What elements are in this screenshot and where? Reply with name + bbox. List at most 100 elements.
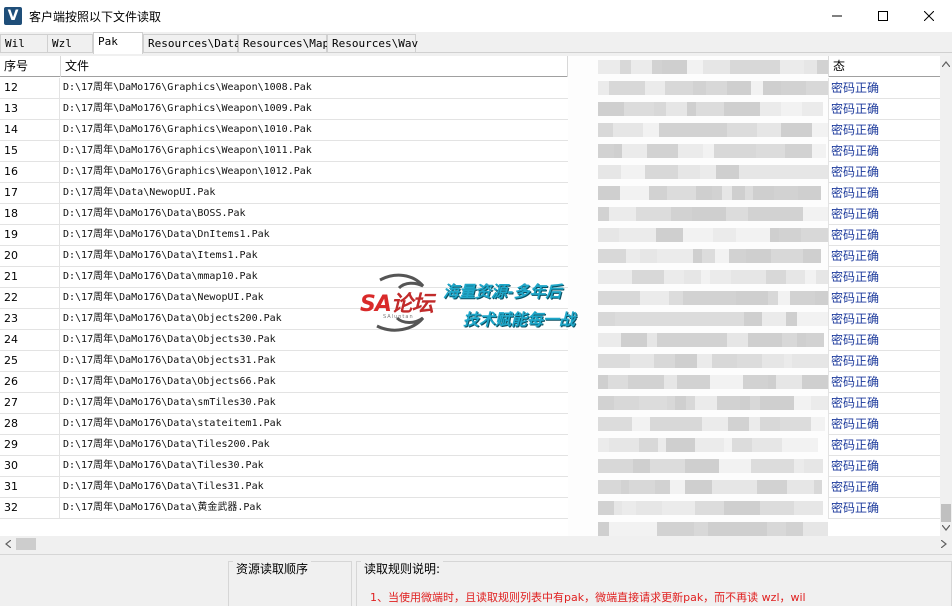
blurred-block — [598, 144, 614, 158]
blurred-block — [622, 291, 640, 305]
header-file[interactable]: 文件 — [61, 56, 568, 77]
blurred-block — [609, 207, 636, 221]
blurred-block — [620, 186, 628, 200]
blurred-block — [708, 522, 736, 536]
vertical-scroll-thumb[interactable] — [941, 504, 951, 522]
window-title: 客户端按照以下文件读取 — [29, 9, 162, 24]
row-file: D:\17周年\DaMo176\Data\BOSS.Pak — [63, 208, 246, 219]
close-icon — [924, 11, 934, 21]
row-file: D:\17周年\DaMo176\Data\Tiles200.Pak — [63, 439, 270, 450]
blurred-block — [632, 417, 650, 431]
tab-pak[interactable]: Pak — [93, 32, 143, 54]
row-seq: 18 — [0, 204, 60, 224]
blurred-block — [598, 270, 632, 284]
blurred-block — [678, 165, 700, 179]
row-file: D:\17周年\DaMo176\Data\smTiles30.Pak — [63, 397, 276, 408]
blurred-block — [633, 459, 650, 473]
blurred-strip — [568, 249, 828, 263]
minimize-icon — [832, 15, 842, 17]
scroll-right-icon[interactable] — [936, 536, 952, 552]
blurred-block — [664, 270, 684, 284]
blurred-block — [745, 186, 753, 200]
blurred-block — [803, 249, 821, 263]
blurred-block — [771, 249, 803, 263]
blurred-strip — [568, 396, 828, 410]
blurred-block — [712, 354, 737, 368]
blurred-block — [801, 228, 828, 242]
tab-resources-wav[interactable]: Resources\Wav — [327, 34, 418, 53]
header-status[interactable]: 态 — [828, 56, 940, 77]
bottom-panel: 资源读取顺序 读取规则说明: 1、当使用微端时，且读取规则列表中有pak，微端直… — [0, 554, 952, 606]
blurred-block — [746, 249, 771, 263]
blurred-block — [791, 81, 806, 95]
blurred-block — [670, 480, 685, 494]
row-seq: 24 — [0, 330, 60, 350]
row-status: 密码正确 — [828, 120, 940, 140]
blurred-block — [794, 501, 823, 515]
row-file: D:\17周年\Data\NewopUI.Pak — [63, 187, 216, 198]
close-button[interactable] — [906, 0, 952, 32]
blurred-block — [797, 333, 806, 347]
row-seq: 19 — [0, 225, 60, 245]
maximize-button[interactable] — [860, 0, 906, 32]
blurred-block — [671, 417, 702, 431]
blurred-block — [639, 438, 658, 452]
blurred-block — [665, 81, 693, 95]
blurred-block — [760, 102, 781, 116]
scroll-down-icon[interactable] — [940, 522, 952, 534]
blurred-block — [817, 60, 828, 74]
row-file: D:\17周年\DaMo176\Graphics\Weapon\1010.Pak — [63, 124, 312, 135]
blurred-block — [598, 60, 620, 74]
blurred-block — [779, 228, 801, 242]
blurred-block — [762, 354, 784, 368]
scroll-left-icon[interactable] — [0, 536, 16, 552]
blurred-block — [700, 165, 716, 179]
blurred-block — [780, 417, 811, 431]
header-seq[interactable]: 序号 — [0, 56, 61, 77]
blurred-block — [685, 459, 719, 473]
horizontal-scrollbar[interactable] — [0, 536, 952, 552]
blurred-block — [731, 270, 766, 284]
tab-resources-data[interactable]: Resources\Data — [143, 34, 241, 53]
blurred-block — [804, 60, 817, 74]
tab-wzl[interactable]: Wzl — [47, 34, 93, 53]
row-seq: 29 — [0, 435, 60, 455]
blurred-block — [786, 522, 803, 536]
blurred-block — [803, 207, 828, 221]
blurred-block — [598, 312, 615, 326]
blurred-block — [657, 144, 678, 158]
blurred-strip — [568, 123, 828, 137]
blurred-block — [636, 501, 662, 515]
blurred-block — [652, 60, 662, 74]
row-status: 密码正确 — [828, 204, 940, 224]
blurred-block — [784, 354, 792, 368]
blurred-block — [657, 249, 693, 263]
blurred-block — [656, 228, 683, 242]
file-table[interactable]: 序号 文件 态 12 D:\17周年\DaMo176\Graphics\Weapo… — [0, 56, 940, 536]
blurred-strip — [568, 417, 828, 431]
resource-order-group[interactable]: 资源读取顺序 — [228, 560, 352, 606]
scroll-up-icon[interactable] — [940, 58, 952, 70]
row-status: 密码正确 — [828, 288, 940, 308]
blurred-block — [776, 459, 794, 473]
tab-wil[interactable]: Wil — [0, 34, 48, 53]
blurred-block — [779, 207, 803, 221]
blurred-block — [639, 396, 667, 410]
vertical-scrollbar[interactable] — [940, 56, 952, 536]
blurred-block — [780, 60, 804, 74]
blurred-block — [712, 480, 745, 494]
blurred-block — [727, 81, 751, 95]
blurred-block — [794, 459, 804, 473]
row-seq: 28 — [0, 414, 60, 434]
row-status: 密码正确 — [828, 435, 940, 455]
row-file: D:\17周年\DaMo176\Data\黄金武器.Pak — [63, 502, 262, 513]
blurred-block — [770, 165, 782, 179]
blurred-block — [774, 186, 798, 200]
minimize-button[interactable] — [814, 0, 860, 32]
tab-resources-map[interactable]: Resources\Map — [238, 34, 329, 53]
horizontal-scroll-thumb[interactable] — [16, 538, 36, 550]
row-seq: 20 — [0, 246, 60, 266]
blurred-block — [662, 501, 677, 515]
blurred-block — [770, 228, 779, 242]
row-status: 密码正确 — [828, 141, 940, 161]
